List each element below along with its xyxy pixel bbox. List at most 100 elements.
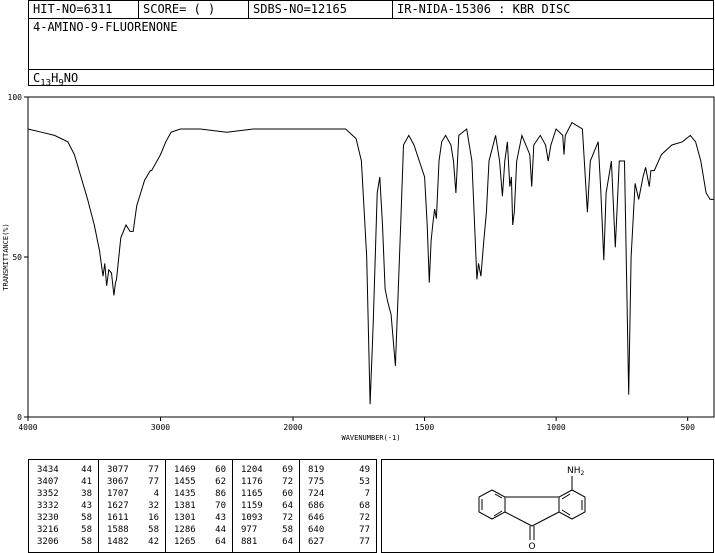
peak-wavenumber: 1627 [107, 501, 129, 511]
peak-wavenumber: 1093 [241, 513, 263, 523]
peak-row: 1627 32 [99, 500, 165, 512]
peak-transmittance: 58 [282, 525, 293, 535]
peak-wavenumber: 3216 [37, 525, 59, 535]
peak-transmittance: 41 [81, 477, 92, 487]
right-ring [558, 489, 586, 520]
peak-wavenumber: 1381 [174, 501, 196, 511]
x-tick-label: 1500 [415, 423, 434, 432]
peak-row: 3077 77 [99, 464, 165, 476]
peak-row: 627 77 [300, 536, 376, 548]
peak-row: 1204 69 [233, 464, 299, 476]
peak-wavenumber: 1204 [241, 465, 263, 475]
peak-wavenumber: 724 [308, 489, 325, 499]
peak-wavenumber: 775 [308, 477, 325, 487]
peak-transmittance: 43 [215, 513, 226, 523]
peak-wavenumber: 1482 [107, 537, 129, 547]
peak-wavenumber: 1435 [174, 489, 196, 499]
peak-column: 819 49 775 53 724 7 686 68 646 72 640 77 627 77 [300, 460, 376, 552]
structure-box: NH2 O [381, 459, 714, 553]
peak-column: 3434 44 3407 41 3352 38 3332 43 3230 58 3216 58 3206… [29, 460, 99, 552]
peak-wavenumber: 686 [308, 501, 325, 511]
peak-row: 1435 86 [166, 488, 232, 500]
peak-transmittance: 44 [215, 525, 226, 535]
peak-transmittance: 60 [215, 465, 226, 475]
ring-bond [531, 511, 560, 527]
peak-row: 881 64 [233, 536, 299, 548]
peak-transmittance: 69 [282, 465, 293, 475]
peak-transmittance: 77 [359, 525, 370, 535]
peak-row: 3407 41 [29, 476, 98, 488]
peak-wavenumber: 1286 [174, 525, 196, 535]
peak-wavenumber: 640 [308, 525, 325, 535]
peak-row: 1588 58 [99, 524, 165, 536]
peak-wavenumber: 3407 [37, 477, 59, 487]
peak-row: 3352 38 [29, 488, 98, 500]
peak-transmittance: 53 [359, 477, 370, 487]
peak-transmittance: 72 [282, 513, 293, 523]
x-tick-label: 1000 [546, 423, 565, 432]
peak-transmittance: 58 [148, 525, 159, 535]
peak-row: 1159 64 [233, 500, 299, 512]
molecule-structure: NH2 O [478, 466, 586, 552]
peak-wavenumber: 646 [308, 513, 325, 523]
peak-wavenumber: 1588 [107, 525, 129, 535]
peak-wavenumber: 3352 [37, 489, 59, 499]
peak-transmittance: 44 [81, 465, 92, 475]
peak-row: 1455 62 [166, 476, 232, 488]
peak-wavenumber: 819 [308, 465, 325, 475]
peak-transmittance: 77 [148, 477, 159, 487]
peak-row: 3230 58 [29, 512, 98, 524]
peak-row: 3067 77 [99, 476, 165, 488]
peak-wavenumber: 881 [241, 537, 258, 547]
peak-transmittance: 49 [359, 465, 370, 475]
peak-wavenumber: 3230 [37, 513, 59, 523]
peak-row: 3332 43 [29, 500, 98, 512]
x-tick-label: 4000 [18, 423, 37, 432]
ketone-oxygen-label: O [528, 542, 535, 552]
peak-transmittance: 32 [148, 501, 159, 511]
peak-row: 3434 44 [29, 464, 98, 476]
peak-row: 1469 60 [166, 464, 232, 476]
amine-label: NH2 [567, 466, 585, 477]
peak-transmittance: 77 [359, 537, 370, 547]
peak-transmittance: 72 [282, 477, 293, 487]
peak-transmittance: 64 [282, 501, 293, 511]
peak-transmittance: 38 [81, 489, 92, 499]
peak-wavenumber: 1611 [107, 513, 129, 523]
x-tick-label: 3000 [151, 423, 170, 432]
peak-row: 819 49 [300, 464, 376, 476]
peak-column: 1204 69 1176 72 1165 60 1159 64 1093 72 977 58 881 64 [233, 460, 300, 552]
peak-row: 1482 42 [99, 536, 165, 548]
peak-wavenumber: 1165 [241, 489, 263, 499]
peak-transmittance: 62 [215, 477, 226, 487]
peak-column: 1469 60 1455 62 1435 86 1381 70 1301 43 1286 44 1265… [166, 460, 233, 552]
peak-wavenumber: 1176 [241, 477, 263, 487]
peak-wavenumber: 627 [308, 537, 325, 547]
y-axis-label: TRANSMITTANCE(%) [2, 223, 10, 290]
peak-row: 1265 64 [166, 536, 232, 548]
peak-transmittance: 86 [215, 489, 226, 499]
peak-wavenumber: 1455 [174, 477, 196, 487]
peak-row: 1165 60 [233, 488, 299, 500]
peak-row: 977 58 [233, 524, 299, 536]
y-axis: 0 50 100 [8, 93, 28, 422]
left-ring [478, 489, 506, 520]
peak-row: 3206 58 [29, 536, 98, 548]
peak-wavenumber: 1265 [174, 537, 196, 547]
ir-spectrum-chart: 0 50 100 4000 3000 2000 1500 1000 500 WAVENUMBE… [2, 93, 715, 442]
peak-transmittance: 4 [153, 489, 159, 499]
peak-row: 1176 72 [233, 476, 299, 488]
peak-row: 3216 58 [29, 524, 98, 536]
peak-row: 1707 4 [99, 488, 165, 500]
peak-wavenumber: 3067 [107, 477, 129, 487]
peak-row: 1286 44 [166, 524, 232, 536]
peak-transmittance: 64 [215, 537, 226, 547]
ring-bond [504, 511, 533, 527]
x-tick-label: 500 [680, 423, 695, 432]
peak-wavenumber: 1469 [174, 465, 196, 475]
peak-transmittance: 58 [81, 525, 92, 535]
peak-wavenumber: 3332 [37, 501, 59, 511]
peak-row: 1381 70 [166, 500, 232, 512]
peak-transmittance: 64 [282, 537, 293, 547]
spectrum-line [27, 121, 714, 405]
